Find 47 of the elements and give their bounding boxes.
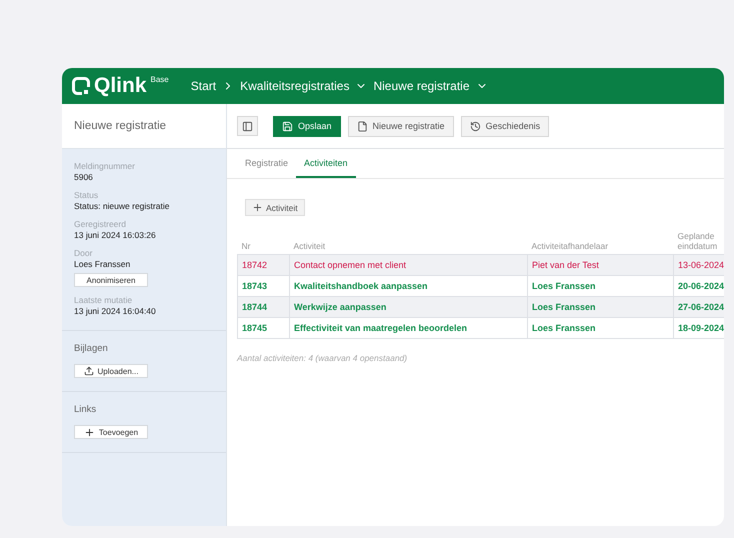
logo-icon [72, 77, 90, 95]
add-activity-button[interactable]: Activiteit [245, 199, 305, 216]
table-cell: Contact opnemen met client [290, 254, 528, 276]
anonymize-button[interactable]: Anonimiseren [74, 273, 148, 287]
breadcrumb-link[interactable]: Kwaliteitsregistraties [240, 79, 350, 93]
field-label: Laatste mutatie [74, 295, 134, 305]
panel-toggle-button[interactable] [237, 116, 258, 136]
table-cell: 18742 [238, 254, 290, 276]
field-label: Status [74, 190, 100, 200]
column-header: Activiteitafhandelaar [528, 228, 674, 254]
tab[interactable]: Registratie [237, 149, 296, 178]
field-value: 13 juni 2024 16:04:40 [74, 306, 157, 316]
plus-icon [252, 202, 263, 213]
column-header: Geplande einddatum [674, 228, 724, 254]
logo-text: Qlink [94, 74, 147, 98]
tab[interactable]: Activiteiten [296, 149, 356, 178]
sidebar-title: Nieuwe registratie [62, 104, 226, 149]
activity-count: Aantal activiteiten: 4 (waarvan 4 openstaand) [237, 353, 408, 363]
save-icon [282, 120, 293, 132]
toolbar-button[interactable]: Opslaan [273, 116, 341, 136]
edition-label: Base [150, 75, 169, 84]
section-title: Links [74, 404, 98, 415]
history-icon [470, 120, 481, 132]
field-value: 13 juni 2024 16:03:26 [74, 230, 157, 240]
table-cell: Piet van der Test [528, 254, 674, 276]
section-title: Bijlagen [74, 343, 109, 354]
toolbar-button[interactable]: Nieuwe registratie [348, 116, 454, 136]
breadcrumb-link[interactable]: Start [190, 79, 216, 93]
panel-icon [242, 120, 253, 132]
field-label: Meldingnummer [74, 161, 136, 171]
column-header: Nr [238, 228, 290, 254]
file-icon [356, 120, 368, 132]
breadcrumb-link[interactable]: Nieuwe registratie [373, 79, 470, 93]
upload-button[interactable]: Uploaden... [74, 364, 148, 378]
field-value: Status: nieuwe registratie [74, 201, 170, 211]
table-cell: Effectiviteit van maatregelen beoordelen [290, 318, 528, 338]
field-value: 5906 [74, 172, 94, 182]
field-label: Geregistreerd [74, 219, 127, 229]
field-value: Loes Franssen [74, 259, 132, 269]
upload-icon [84, 366, 94, 376]
column-header: Activiteit [290, 228, 528, 254]
field-label: Door [74, 248, 94, 258]
table-cell: Loes Franssen [528, 318, 674, 338]
table-cell: 18745 [238, 318, 290, 338]
toolbar-button[interactable]: Geschiedenis [460, 116, 550, 136]
plus-icon [84, 426, 95, 438]
add-link-button[interactable]: Toevoegen [74, 425, 148, 439]
